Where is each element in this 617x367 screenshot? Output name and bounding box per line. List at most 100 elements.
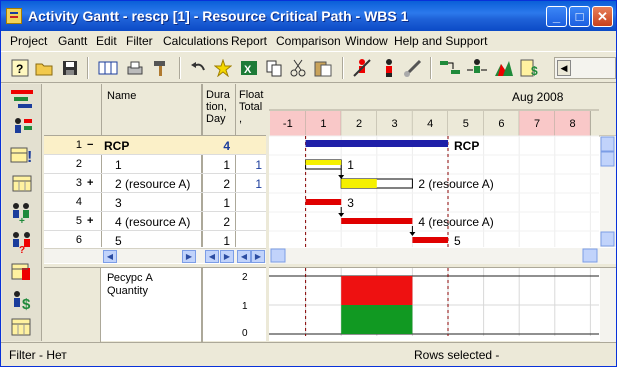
copy-icon[interactable] bbox=[263, 57, 285, 79]
table-row[interactable]: 2 1 1 1 bbox=[44, 155, 266, 174]
save-icon[interactable] bbox=[59, 57, 81, 79]
menu-calculations[interactable]: Calculations bbox=[163, 34, 228, 48]
expand-toggle-icon[interactable]: + bbox=[87, 215, 93, 227]
table-row[interactable]: 5 +4 (resource A) 2 bbox=[44, 212, 266, 231]
histogram-scroll-gutter bbox=[600, 268, 616, 342]
y-tick-label: 1 bbox=[242, 301, 248, 312]
task-duration: 1 bbox=[223, 158, 230, 172]
paste-icon[interactable] bbox=[312, 57, 334, 79]
scroll-left-icon[interactable]: ◀ bbox=[103, 250, 117, 263]
overload-bar bbox=[341, 276, 413, 305]
excel-icon[interactable]: X bbox=[238, 57, 260, 79]
gantt-view-icon[interactable] bbox=[10, 88, 34, 112]
column-header-name[interactable]: Name bbox=[107, 90, 136, 102]
scroll-left-icon[interactable]: ◀ bbox=[205, 250, 219, 263]
menu-edit[interactable]: Edit bbox=[96, 34, 117, 48]
task-name: 4 (resource A) bbox=[115, 215, 191, 229]
allocation-bar bbox=[341, 305, 413, 334]
calendar-edit-icon[interactable] bbox=[10, 260, 34, 284]
cut-icon[interactable] bbox=[287, 57, 309, 79]
resource-histogram bbox=[269, 267, 616, 342]
column-header-float[interactable]: Float Total , bbox=[239, 89, 265, 125]
menu-help-and-support[interactable]: Help and Support bbox=[394, 34, 487, 48]
resources-view-icon[interactable] bbox=[10, 116, 34, 140]
svg-text:!: ! bbox=[27, 149, 32, 166]
title-bar[interactable]: Activity Gantt - rescp [1] - Resource Cr… bbox=[1, 1, 616, 31]
gantt-canvas[interactable]: Aug 2008 -1 1 2 3 4 5 6 7 8 RCP 1 2 (resource A) 3 4 (… bbox=[269, 84, 616, 264]
person-icon[interactable] bbox=[378, 57, 400, 79]
cost-icon[interactable]: $ bbox=[519, 57, 541, 79]
minimize-button[interactable]: _ bbox=[546, 6, 567, 27]
histogram-canvas bbox=[269, 268, 616, 342]
menu-comparison[interactable]: Comparison bbox=[276, 34, 341, 48]
toolbar-overflow[interactable]: ◀ bbox=[554, 57, 616, 79]
scroll-up-icon[interactable] bbox=[600, 136, 615, 152]
task-grid: Name Dura tion, Day Float Total , 1− RCP 4… bbox=[44, 84, 266, 264]
scrollbar-thumb[interactable] bbox=[600, 151, 615, 167]
maximize-button[interactable]: □ bbox=[569, 6, 590, 27]
scroll-left-icon[interactable]: ◀ bbox=[237, 250, 251, 263]
task-duration: 1 bbox=[223, 234, 230, 248]
scroll-right-icon[interactable] bbox=[582, 248, 598, 263]
open-folder-icon[interactable] bbox=[34, 57, 56, 79]
scroll-right-icon[interactable]: ▶ bbox=[182, 250, 196, 263]
resource-person-icon[interactable] bbox=[351, 57, 373, 79]
column-header-duration[interactable]: Dura tion, Day bbox=[206, 89, 234, 125]
scroll-left-icon[interactable] bbox=[270, 248, 286, 263]
summary-bar[interactable] bbox=[305, 140, 448, 147]
month-label: Aug 2008 bbox=[512, 90, 564, 104]
toolbar-separator bbox=[342, 57, 344, 79]
scroll-right-icon[interactable]: ▶ bbox=[251, 250, 265, 263]
expand-toggle-icon[interactable]: − bbox=[87, 139, 93, 151]
resource-add-icon[interactable]: + bbox=[10, 201, 34, 225]
link-icon[interactable] bbox=[402, 57, 424, 79]
menu-report[interactable]: Report bbox=[231, 34, 267, 48]
day-label: 4 bbox=[427, 118, 433, 130]
grid-horizontal-scrollbar[interactable]: ◀ ▶ ◀ ▶ ◀ ▶ bbox=[44, 248, 266, 263]
bar-label: 2 (resource A) bbox=[418, 177, 493, 191]
menu-gantt[interactable]: Gantt bbox=[58, 34, 87, 48]
print-icon[interactable] bbox=[124, 57, 146, 79]
svg-text:?: ? bbox=[16, 62, 23, 76]
scroll-down-icon[interactable] bbox=[600, 231, 615, 247]
toolbar-separator bbox=[430, 57, 432, 79]
columns-icon[interactable] bbox=[97, 57, 119, 79]
gantt-bar[interactable] bbox=[305, 199, 342, 205]
close-button[interactable]: ✕ bbox=[592, 6, 613, 27]
undo-icon[interactable] bbox=[187, 57, 209, 79]
menu-filter[interactable]: Filter bbox=[126, 34, 153, 48]
link-tasks-icon[interactable] bbox=[439, 57, 461, 79]
day-label: 8 bbox=[570, 118, 576, 130]
calendar-icon[interactable] bbox=[10, 172, 34, 196]
table-row[interactable]: 1− RCP 4 bbox=[44, 136, 266, 155]
hammer-icon[interactable] bbox=[149, 57, 171, 79]
gantt-bar[interactable] bbox=[412, 237, 448, 243]
rows-selected-status: Rows selected - bbox=[414, 348, 500, 362]
resource-help-icon[interactable]: ? bbox=[10, 230, 34, 254]
chevron-left-icon[interactable]: ◀ bbox=[557, 60, 571, 76]
assign-resource-icon[interactable] bbox=[466, 57, 488, 79]
app-window: Activity Gantt - rescp [1] - Resource Cr… bbox=[0, 0, 617, 367]
gantt-bar[interactable] bbox=[341, 218, 413, 224]
cost-icon[interactable]: $ bbox=[10, 289, 34, 313]
bar-label: RCP bbox=[454, 139, 479, 153]
gantt-bar[interactable] bbox=[305, 160, 342, 165]
calendar-alert-icon[interactable]: ! bbox=[10, 144, 34, 168]
bar-label: 4 (resource A) bbox=[418, 215, 493, 229]
gantt-bar[interactable] bbox=[341, 179, 377, 188]
scroll-right-icon[interactable]: ▶ bbox=[220, 250, 234, 263]
menu-window[interactable]: Window bbox=[345, 34, 388, 48]
svg-text:X: X bbox=[244, 64, 252, 76]
calendar-grid-icon[interactable] bbox=[10, 316, 34, 340]
table-row[interactable]: 4 3 1 bbox=[44, 193, 266, 212]
table-row[interactable]: 3 +2 (resource A) 2 1 bbox=[44, 174, 266, 193]
bar-label: 3 bbox=[347, 196, 354, 210]
menu-project[interactable]: Project bbox=[10, 34, 47, 48]
histogram-icon[interactable] bbox=[493, 57, 515, 79]
star-icon[interactable] bbox=[212, 57, 234, 79]
help-icon[interactable]: ? bbox=[9, 57, 31, 79]
app-icon bbox=[6, 8, 22, 24]
quantity-label: Quantity bbox=[107, 285, 148, 297]
expand-toggle-icon[interactable]: + bbox=[87, 177, 93, 189]
gantt-horizontal-scrollbar[interactable] bbox=[269, 248, 616, 264]
